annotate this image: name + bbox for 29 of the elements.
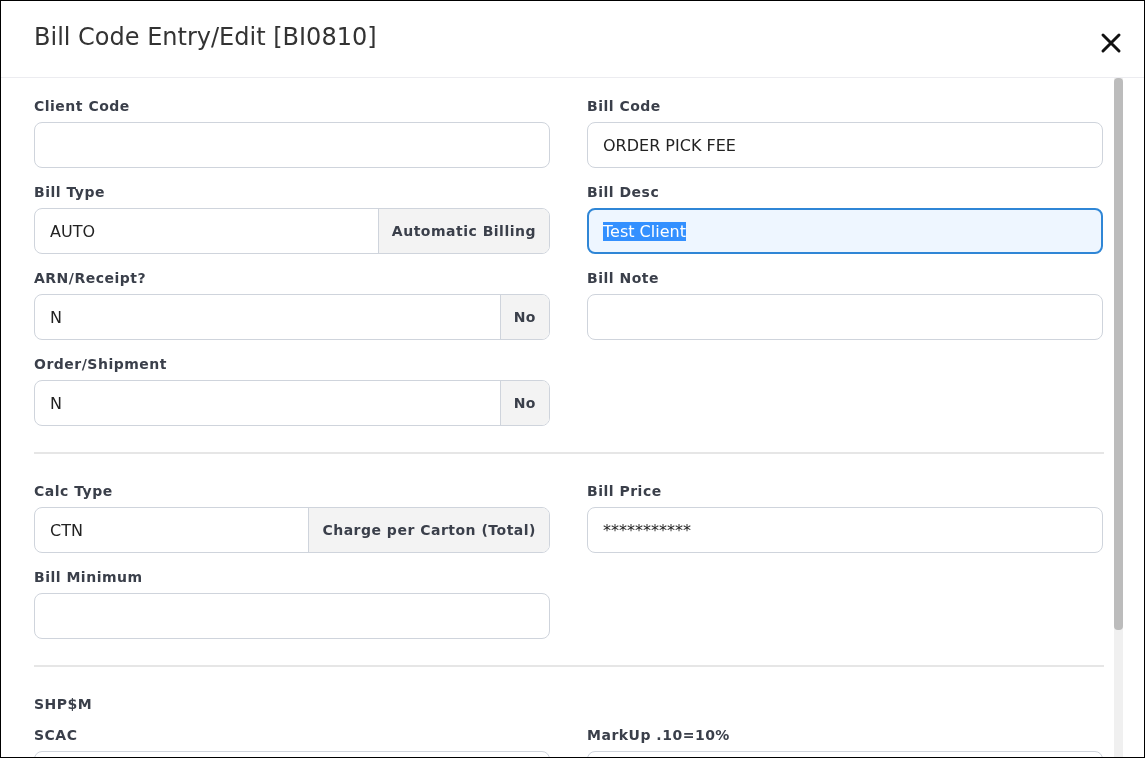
field-label: MarkUp .10=10% [587, 726, 731, 745]
field-addon: Automatic Billing [377, 209, 549, 253]
input-field[interactable] [587, 294, 1103, 340]
input-field[interactable] [34, 122, 550, 168]
field-addon: No [499, 295, 549, 339]
field-label: Bill Code [587, 97, 662, 116]
field-addon: Charge per Carton (Total) [308, 508, 549, 552]
field-label: Bill Note [587, 269, 660, 288]
scrollbar[interactable] [1114, 78, 1123, 757]
input-field[interactable]: *********** [587, 507, 1103, 553]
window-title: Bill Code Entry/Edit [BI0810] [34, 23, 377, 51]
input-field[interactable]: N No [34, 380, 550, 426]
field-label: Client Code [34, 97, 131, 116]
field-label: Order/Shipment [34, 355, 168, 374]
field-label: ARN/Receipt? [34, 269, 148, 288]
field-label: Bill Desc [587, 183, 661, 202]
close-icon[interactable] [1100, 32, 1122, 54]
input-field[interactable]: AUTO Automatic Billing [34, 208, 550, 254]
field-addon: No [499, 381, 549, 425]
section-heading: SHP$M [34, 695, 94, 714]
field-label: Bill Price [587, 482, 663, 501]
field-label: Calc Type [34, 482, 114, 501]
field-label: Bill Type [34, 183, 106, 202]
field-label: SCAC [34, 726, 79, 745]
input-field[interactable] [34, 593, 550, 639]
input-field[interactable]: ORDER PICK FEE [587, 122, 1103, 168]
field-label: Bill Minimum [34, 568, 144, 587]
input-field[interactable]: CTN Charge per Carton (Total) [34, 507, 550, 553]
input-field[interactable]: N No [34, 294, 550, 340]
